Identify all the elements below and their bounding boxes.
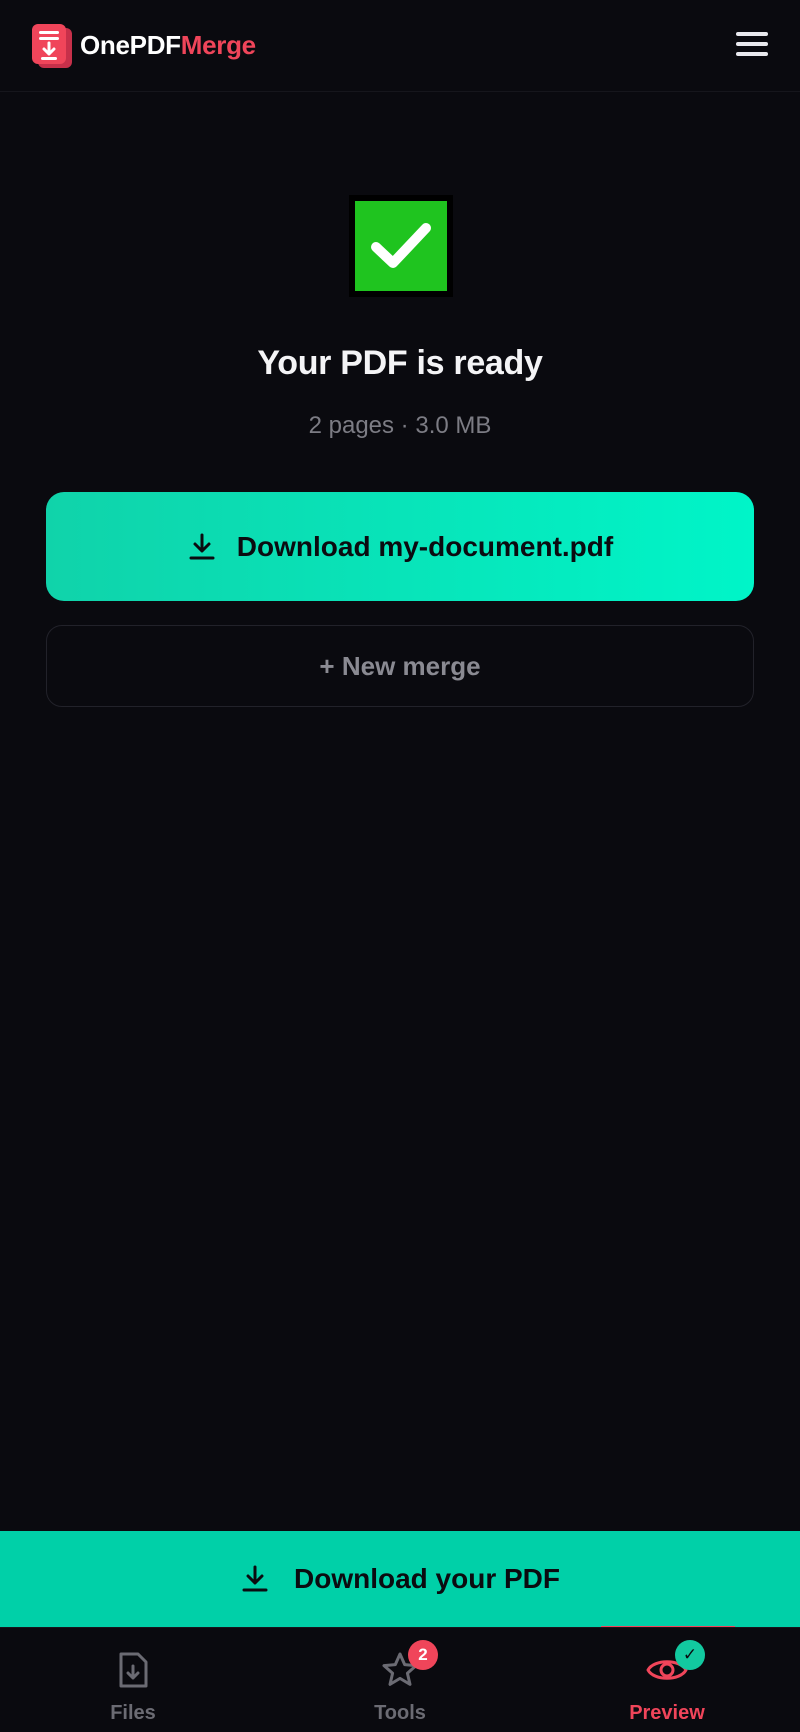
hamburger-menu-icon[interactable] [734, 28, 770, 60]
success-badge [349, 195, 453, 297]
file-download-icon [115, 1650, 151, 1695]
tab-tools-label: Tools [374, 1702, 426, 1724]
tab-preview[interactable]: ✓ Preview [534, 1628, 800, 1732]
tab-preview-label: Preview [629, 1702, 705, 1724]
menu-line [736, 52, 768, 56]
tools-count-badge: 2 [408, 1640, 438, 1670]
preview-ready-badge: ✓ [675, 1640, 705, 1670]
download-your-pdf-button[interactable]: Download your PDF [0, 1531, 800, 1627]
tab-files-label: Files [110, 1702, 156, 1724]
result-meta: 2 pages · 3.0 MB [308, 412, 492, 439]
menu-line [736, 42, 768, 46]
new-merge-label: + New merge [319, 650, 481, 681]
pdf-download-logo-icon[interactable] [30, 22, 76, 70]
brand-part-two: Merge [180, 30, 256, 60]
checkmark-icon [355, 201, 447, 291]
download-file-label: Download my-document.pdf [236, 530, 614, 562]
download-icon [240, 1564, 270, 1594]
download-icon [187, 532, 217, 562]
brand-name[interactable]: OnePDFMerge [80, 30, 256, 61]
tab-tools[interactable]: 2 Tools [267, 1628, 533, 1732]
app-root: OnePDFMerge Your PDF is ready 2 pages · … [0, 0, 800, 1732]
download-file-button[interactable]: Download my-document.pdf [46, 492, 754, 601]
brand-part-one: OnePDF [80, 30, 181, 60]
result-title: Your PDF is ready [257, 344, 543, 382]
download-your-pdf-label: Download your PDF [294, 1563, 560, 1594]
tab-files[interactable]: Files [0, 1628, 266, 1732]
menu-line [736, 32, 768, 36]
new-merge-button[interactable]: + New merge [46, 625, 754, 707]
top-header: OnePDFMerge [0, 0, 800, 92]
bottom-tab-bar: Files 2 Tools ✓ Preview [0, 1627, 800, 1732]
